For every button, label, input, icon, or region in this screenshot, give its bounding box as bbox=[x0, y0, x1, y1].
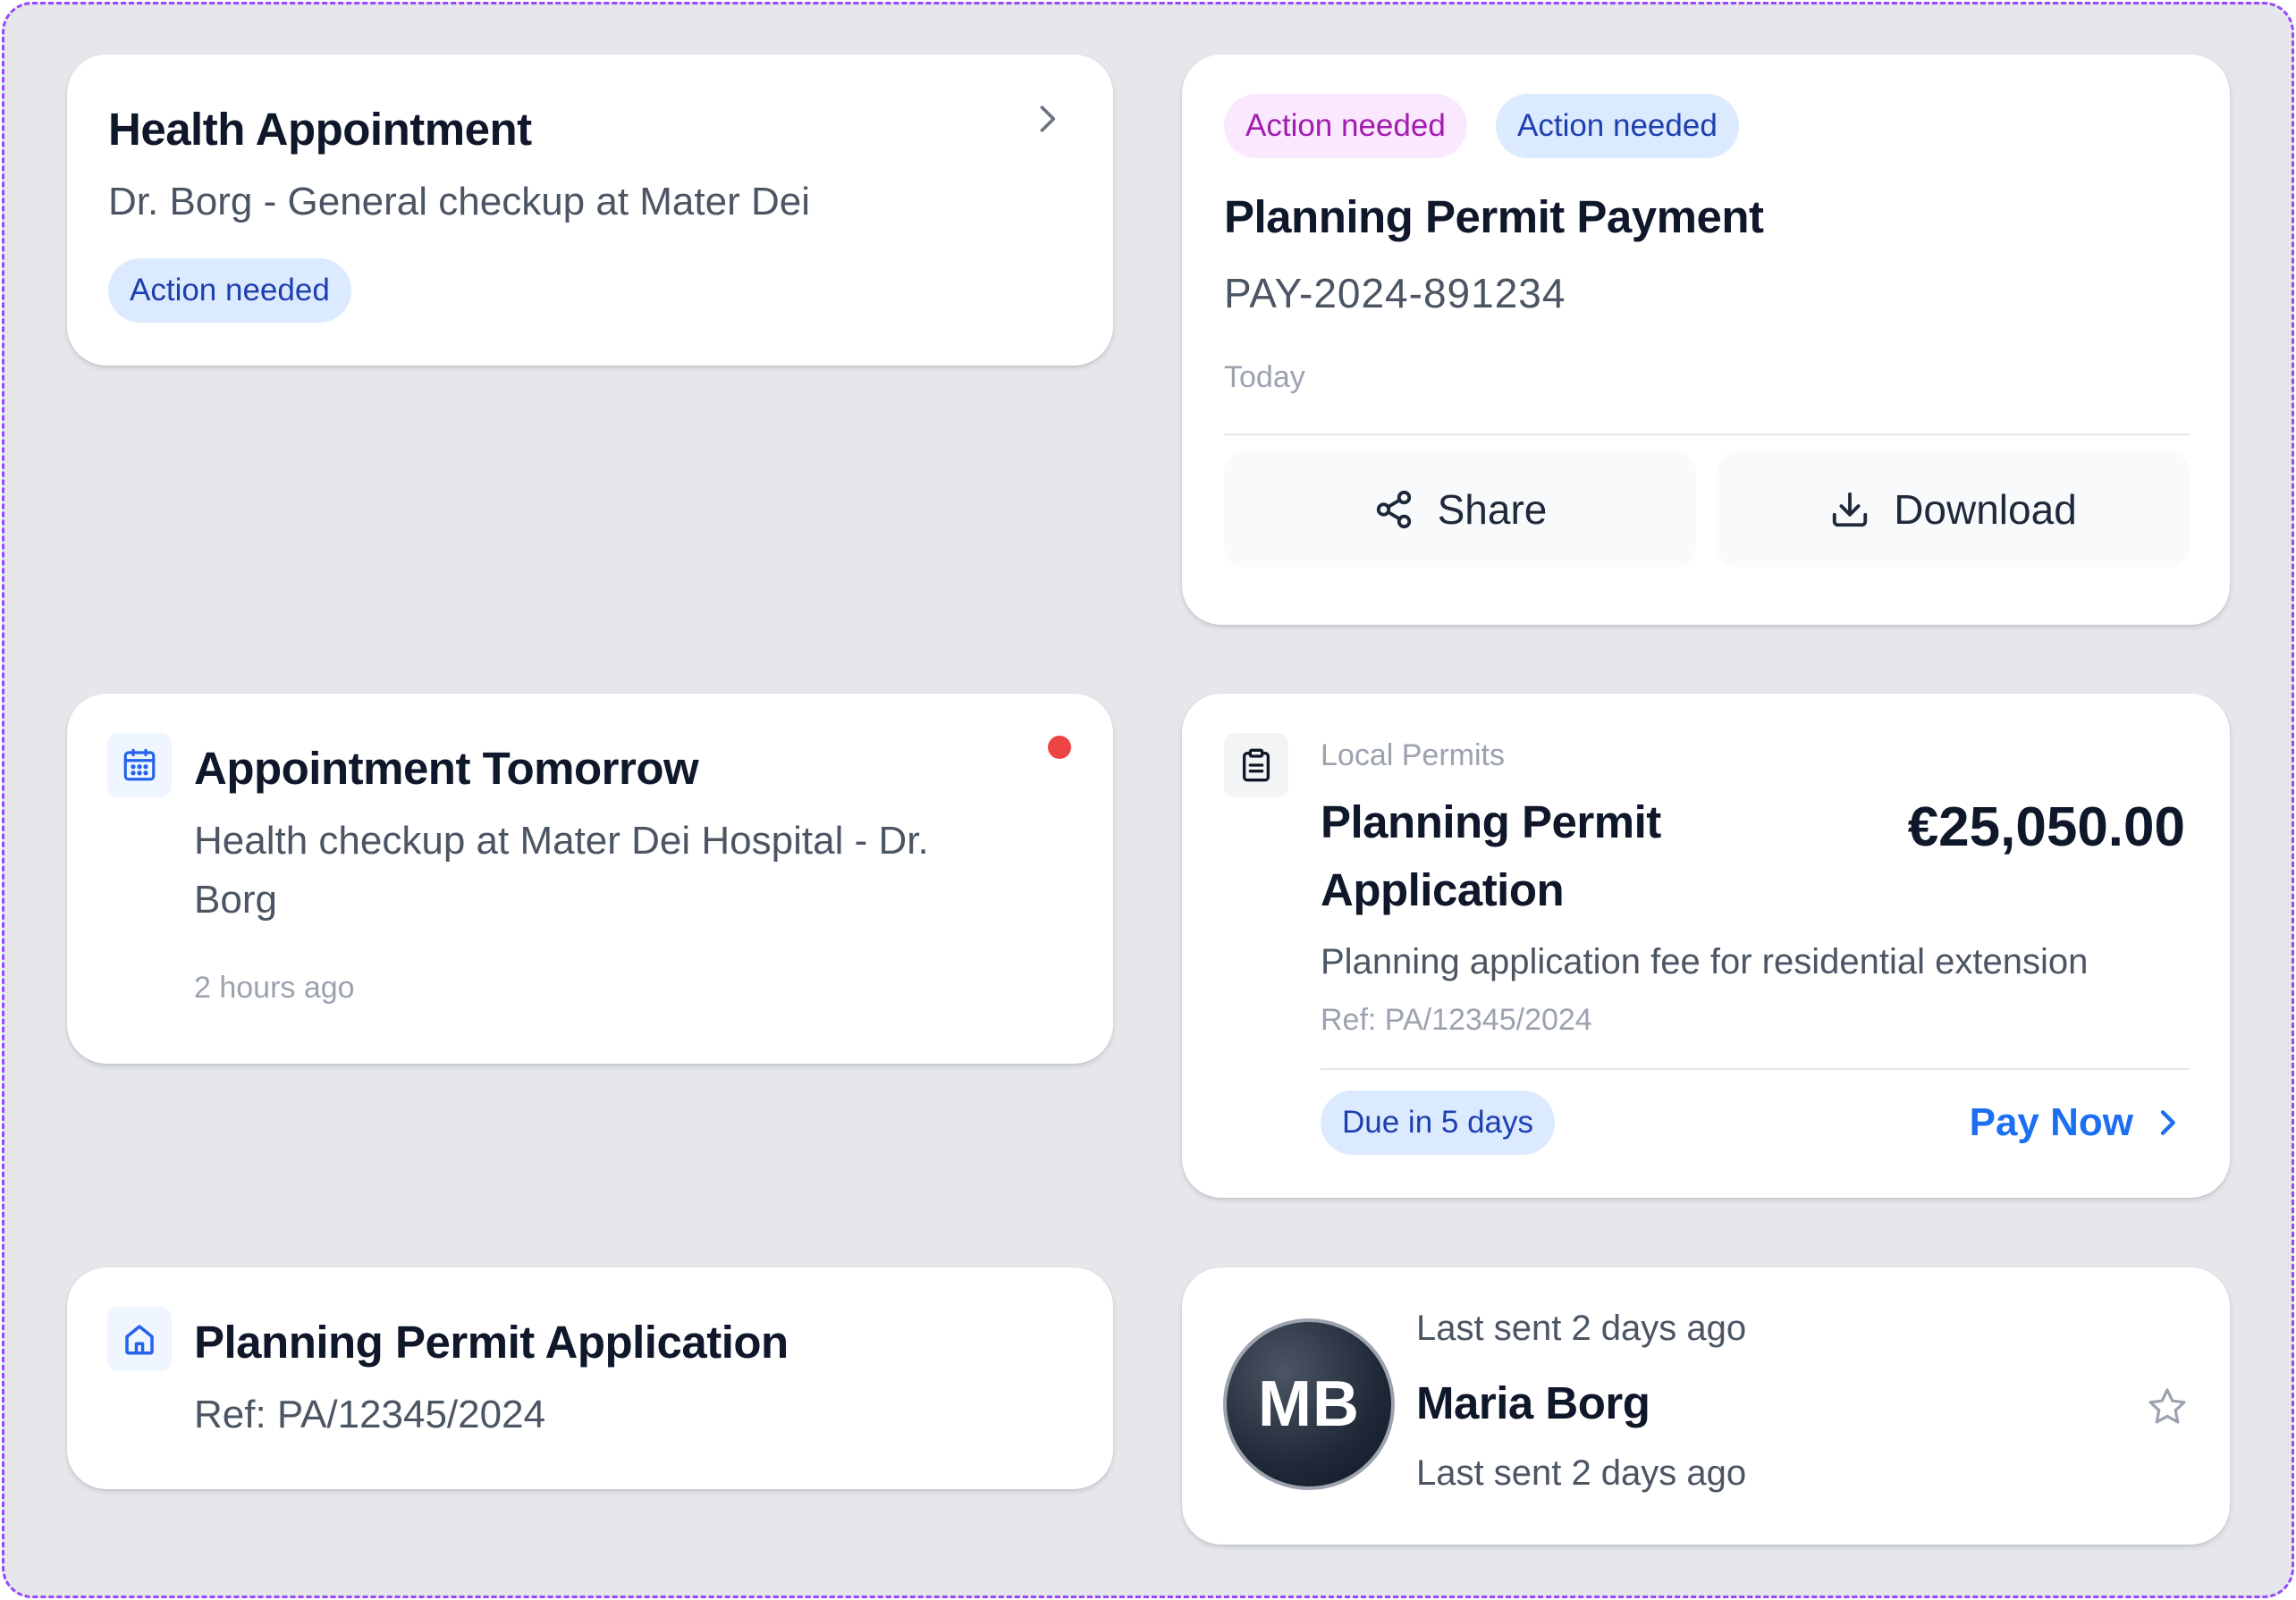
divider bbox=[1321, 1068, 2190, 1070]
appointment-title: Appointment Tomorrow bbox=[194, 743, 699, 794]
permit-category: Local Permits bbox=[1321, 738, 1505, 772]
home-icon-box bbox=[107, 1307, 172, 1371]
pay-now-label: Pay Now bbox=[1969, 1100, 2133, 1144]
payment-date: Today bbox=[1224, 360, 1305, 394]
download-button[interactable]: Download bbox=[1717, 451, 2190, 568]
contact-last-sent-bottom: Last sent 2 days ago bbox=[1416, 1453, 1747, 1493]
health-appointment-subtitle: Dr. Borg - General checkup at Mater Dei bbox=[108, 180, 810, 223]
star-icon[interactable] bbox=[2146, 1385, 2189, 1428]
payment-title: Planning Permit Payment bbox=[1224, 191, 1764, 242]
planning-permit-fee-card: Local Permits Planning Permit Applicatio… bbox=[1182, 694, 2230, 1198]
contact-last-sent-top: Last sent 2 days ago bbox=[1416, 1309, 1747, 1348]
appointment-description-line1: Health checkup at Mater Dei Hospital - D… bbox=[194, 819, 929, 863]
permit-fee-amount: €25,050.00 bbox=[1907, 796, 2185, 858]
chevron-right-icon[interactable] bbox=[1027, 99, 1067, 139]
appointment-description-line2: Borg bbox=[194, 878, 277, 922]
permit-fee-reference: Ref: PA/12345/2024 bbox=[1321, 1003, 1592, 1037]
chevron-right-icon bbox=[2160, 1110, 2175, 1135]
contact-name: Maria Borg bbox=[1416, 1377, 1650, 1428]
permit-fee-description: Planning application fee for residential… bbox=[1321, 942, 2089, 981]
avatar: MB bbox=[1223, 1318, 1395, 1490]
permit-fee-title-line2: Application bbox=[1321, 864, 1565, 915]
due-badge: Due in 5 days bbox=[1321, 1091, 1556, 1155]
divider bbox=[1224, 434, 2190, 435]
health-appointment-title: Health Appointment bbox=[108, 104, 532, 155]
download-label: Download bbox=[1894, 486, 2077, 533]
health-appointment-card[interactable]: Health Appointment Dr. Borg - General ch… bbox=[67, 55, 1113, 366]
planning-permit-payment-card: Action needed Action needed Planning Per… bbox=[1182, 55, 2230, 625]
permit-fee-title-line1: Planning Permit bbox=[1321, 796, 1661, 847]
clipboard-icon-box bbox=[1224, 733, 1288, 797]
avatar-initials: MB bbox=[1258, 1368, 1360, 1440]
home-icon bbox=[125, 1325, 154, 1355]
download-icon bbox=[1833, 492, 1868, 527]
permit-application-reference: Ref: PA/12345/2024 bbox=[194, 1393, 546, 1436]
share-icon bbox=[1376, 490, 1411, 529]
share-label: Share bbox=[1437, 486, 1548, 533]
planning-permit-application-card[interactable]: Planning Permit Application Ref: PA/1234… bbox=[67, 1267, 1113, 1489]
action-needed-badge-purple: Action needed bbox=[1224, 94, 1467, 158]
payment-reference: PAY-2024-891234 bbox=[1224, 270, 1566, 316]
calendar-icon bbox=[123, 748, 156, 781]
appointment-tomorrow-card[interactable]: Appointment Tomorrow Health checkup at M… bbox=[67, 694, 1113, 1064]
permit-application-title: Planning Permit Application bbox=[194, 1317, 789, 1368]
unread-indicator-dot bbox=[1048, 736, 1071, 759]
contact-card[interactable]: MB Last sent 2 days ago Maria Borg Last … bbox=[1182, 1267, 2230, 1545]
pay-now-button[interactable]: Pay Now bbox=[1970, 1091, 2185, 1155]
clipboard-icon bbox=[1243, 748, 1270, 782]
share-button[interactable]: Share bbox=[1224, 451, 1696, 568]
action-needed-badge: Action needed bbox=[108, 258, 351, 323]
appointment-time: 2 hours ago bbox=[194, 971, 355, 1005]
action-needed-badge-blue: Action needed bbox=[1496, 94, 1739, 158]
calendar-icon-box bbox=[107, 733, 172, 797]
